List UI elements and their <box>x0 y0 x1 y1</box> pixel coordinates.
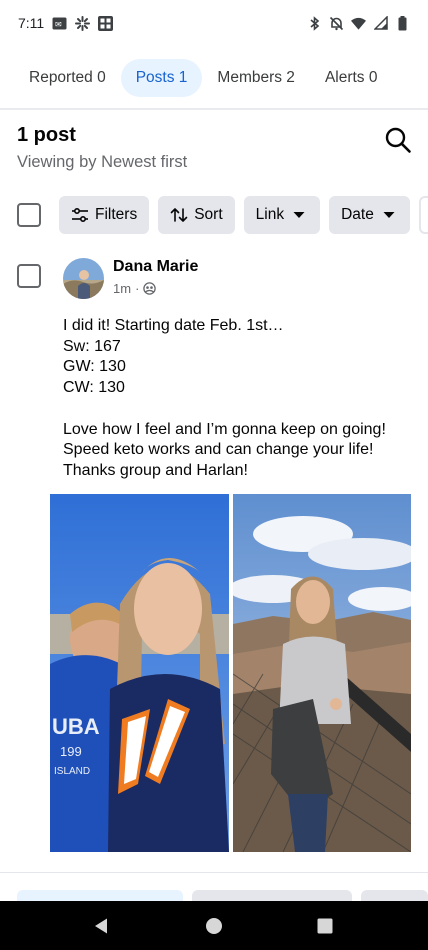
selfie-photo[interactable]: UBA 199 ISLAND <box>50 494 229 852</box>
svg-text:✉: ✉ <box>55 20 62 29</box>
sort-arrows-icon <box>170 206 188 224</box>
link-filter-dropdown[interactable]: Link <box>243 196 321 234</box>
canyon-photo[interactable] <box>233 494 411 852</box>
caret-down-icon <box>290 206 308 224</box>
select-all-checkbox[interactable] <box>17 203 41 227</box>
signal-icon <box>373 16 388 31</box>
svg-text:ISLAND: ISLAND <box>54 766 90 777</box>
more-filter-chip[interactable] <box>418 196 428 234</box>
tab-posts[interactable]: Posts 1 <box>120 59 203 97</box>
meta-separator: · <box>135 281 140 296</box>
recents-icon <box>317 918 333 934</box>
post-select-checkbox[interactable] <box>17 264 41 288</box>
search-button[interactable] <box>384 126 412 154</box>
app-grid-icon <box>98 15 114 31</box>
cast-icon: ✉ <box>52 16 67 31</box>
filter-bar: Filters Sort Link Date <box>17 196 428 234</box>
svg-text:199: 199 <box>60 744 82 759</box>
back-button[interactable] <box>92 917 110 935</box>
post-divider <box>0 872 428 873</box>
caret-down-icon <box>380 206 398 224</box>
tab-divider <box>0 108 428 110</box>
sliders-icon <box>71 206 89 224</box>
tab-members[interactable]: Members 2 <box>202 59 310 97</box>
home-button[interactable] <box>205 917 223 935</box>
sort-description: Viewing by Newest first <box>17 153 188 171</box>
battery-icon <box>395 15 410 31</box>
filters-button[interactable]: Filters <box>59 196 150 234</box>
search-icon <box>385 127 411 153</box>
tab-bar: Reported 0 Posts 1 Members 2 Alerts 0 <box>14 58 428 98</box>
status-bar: 7:11 ✉ <box>0 0 428 46</box>
post-count: 1 post <box>17 124 76 146</box>
status-time: 7:11 <box>18 15 45 31</box>
avatar[interactable] <box>63 258 104 299</box>
tab-alerts[interactable]: Alerts 0 <box>310 59 393 97</box>
home-icon <box>206 918 222 934</box>
post-meta: 1m · <box>113 281 157 296</box>
post-time[interactable]: 1m <box>113 281 131 296</box>
svg-text:UBA: UBA <box>52 714 100 739</box>
system-nav-bar <box>0 901 428 950</box>
post-body: I did it! Starting date Feb. 1st… Sw: 16… <box>63 317 386 479</box>
wifi-icon <box>351 16 366 31</box>
mute-icon <box>329 16 344 31</box>
date-filter-dropdown[interactable]: Date <box>329 196 410 234</box>
back-icon <box>95 918 107 934</box>
list-header: 1 post Viewing by Newest first <box>17 124 411 172</box>
tab-reported[interactable]: Reported 0 <box>14 59 121 97</box>
group-icon <box>143 282 157 295</box>
sort-button[interactable]: Sort <box>158 196 235 234</box>
post-author[interactable]: Dana Marie <box>113 258 198 276</box>
recents-button[interactable] <box>316 917 334 935</box>
pinwheel-icon <box>75 15 91 31</box>
bluetooth-icon <box>307 15 322 31</box>
